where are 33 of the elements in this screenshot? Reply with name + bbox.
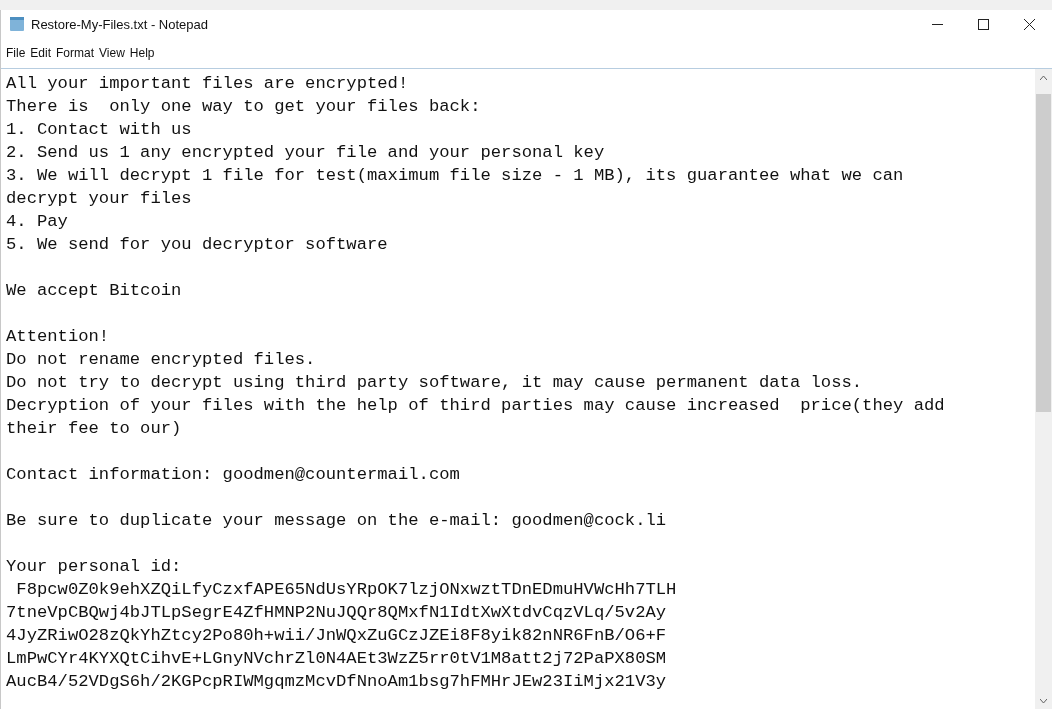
text-line: AucB4/52VDgS6h/2KGPcpRIWMgqmzMcvDfNnoAm1bsg7hFMHrJEw23IiMjx21V3y bbox=[6, 671, 667, 693]
text-line: 3. We will decrypt 1 file for test(maximum file size - 1 MB), its guarantee what we can bbox=[6, 165, 904, 187]
text-line: their fee to our) bbox=[6, 418, 182, 440]
menu-item[interactable]: Help bbox=[129, 44, 155, 62]
text-line: We accept Bitcoin bbox=[6, 280, 182, 302]
text-line: Do not try to decrypt using third party software, it may cause permanent data loss. bbox=[6, 372, 863, 394]
scrollbar[interactable] bbox=[1035, 69, 1052, 709]
notepad-icon bbox=[9, 16, 25, 32]
text-line: Do not rename encrypted files. bbox=[6, 349, 316, 371]
text-line: 4. Pay bbox=[6, 211, 68, 233]
maximize-icon bbox=[977, 18, 989, 30]
text-line: Decryption of your files with the help of third parties may cause increased price(they add bbox=[6, 395, 945, 417]
text-line: decrypt your files bbox=[6, 188, 192, 210]
close-icon bbox=[1023, 18, 1035, 30]
text-line: Be sure to duplicate your message on the e-mail: goodmen@cock.li bbox=[6, 510, 667, 532]
text-line: Your personal id: bbox=[6, 556, 182, 578]
scroll-thumb[interactable] bbox=[1036, 94, 1051, 412]
text-line: All your important files are encrypted! bbox=[6, 73, 409, 95]
text-line: Contact information: goodmen@countermail.com bbox=[6, 464, 460, 486]
menu-item[interactable]: Edit bbox=[30, 44, 52, 62]
text-line: 4JyZRiwO28zQkYhZtcy2Po80h+wii/JnWQxZuGCzJZEi8F8yik82nNR6FnB/O6+F bbox=[6, 625, 667, 647]
text-line: F8pcw0Z0k9ehXZQiLfyCzxfAPE65NdUsYRpOK7lzjONxwztTDnEDmuHVWcHh7TLH bbox=[15, 579, 677, 601]
menu-item[interactable]: Format bbox=[56, 44, 95, 62]
text-line: There is only one way to get your files back: bbox=[6, 96, 481, 118]
text-line: 1. Contact with us bbox=[6, 119, 192, 141]
text-line: LmPwCYr4KYXQtCihvE+LGnyNVchrZl0N4AEt3WzZ5rr0tV1M8att2j72PaPX80SM bbox=[6, 648, 667, 670]
menu-item[interactable]: View bbox=[99, 44, 125, 62]
text-line: 5. We send for you decryptor software bbox=[6, 234, 388, 256]
menu-item[interactable]: File bbox=[6, 44, 26, 62]
window-title: Restore-My-Files.txt - Notepad bbox=[31, 16, 209, 32]
text-line: Attention! bbox=[6, 326, 110, 348]
text-line: 2. Send us 1 any encrypted your file and your personal key bbox=[6, 142, 605, 164]
text-line: 7tneVpCBQwj4bJTLpSegrE4ZfHMNP2NuJQQr8QMxfN1IdtXwXtdvCqzVLq/5v2Ay bbox=[6, 602, 667, 624]
